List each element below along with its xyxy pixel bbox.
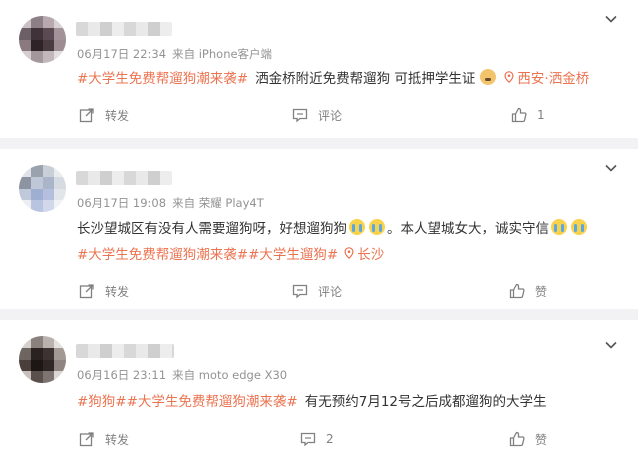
username-blurred[interactable]: [76, 22, 172, 36]
post-source: 来自 iPhone客户端: [172, 47, 273, 61]
location-pin-icon: [504, 71, 514, 83]
post-time[interactable]: 06月17日 22:34: [77, 47, 166, 61]
post-time[interactable]: 06月16日 23:11: [77, 368, 166, 382]
post-meta: 06月17日 22:34 来自 iPhone客户端: [77, 46, 272, 62]
username-blurred[interactable]: [76, 344, 174, 358]
post-source: 来自 moto edge X30: [172, 368, 288, 382]
crying-face-icon: [551, 219, 567, 235]
comment-count: 2: [326, 432, 334, 446]
location-label: 西安·洒金桥: [517, 71, 590, 87]
crying-face-icon: [571, 219, 587, 235]
action-bar: 转发 2 赞: [0, 427, 638, 451]
comment-label: 评论: [318, 108, 343, 123]
post-time[interactable]: 06月17日 19:08: [77, 196, 166, 210]
share-icon: [79, 432, 94, 447]
post-card: 06月16日 23:11 来自 moto edge X30 #狗狗##大学生免费帮…: [0, 320, 638, 459]
location-pin-icon: [344, 247, 354, 259]
share-label: 转发: [105, 108, 130, 123]
topic-tag[interactable]: #大学生免费帮遛狗潮来袭#: [77, 67, 248, 87]
comment-icon: [292, 284, 308, 299]
post-body-part1: 长沙望城区有没有人需要遛狗呀，好想遛狗狗: [77, 221, 347, 237]
location-link[interactable]: 长沙: [344, 243, 384, 263]
share-label: 转发: [105, 432, 130, 447]
like-label: 赞: [535, 284, 548, 299]
post-body-part2: 。本人望城女大，诚实守信: [387, 221, 549, 237]
avatar[interactable]: [19, 165, 66, 212]
thumbs-up-icon: [509, 431, 525, 447]
comment-icon: [292, 108, 308, 123]
location-link[interactable]: 西安·洒金桥: [504, 67, 589, 87]
post-text: #狗狗##大学生免费帮遛狗潮来袭# 有无预约7月12号之后成都遛狗的大学生: [77, 390, 547, 410]
post-tags: #大学生免费帮遛狗潮来袭##大学生遛狗# 长沙: [77, 243, 384, 263]
comment-button[interactable]: 评论: [292, 279, 342, 303]
like-button[interactable]: 1: [511, 103, 545, 127]
crying-face-icon: [349, 219, 365, 235]
share-icon: [79, 108, 94, 123]
comment-label: 评论: [318, 284, 343, 299]
post-meta: 06月16日 23:11 来自 moto edge X30: [77, 367, 287, 383]
share-icon: [79, 284, 94, 299]
location-label: 长沙: [357, 247, 385, 263]
like-count: 1: [537, 108, 545, 122]
post-source: 来自 荣耀 Play4T: [172, 196, 264, 210]
share-button[interactable]: 转发: [79, 103, 129, 127]
like-label: 赞: [535, 432, 548, 447]
comment-icon: [300, 432, 316, 447]
post-meta: 06月17日 19:08 来自 荣耀 Play4T: [77, 195, 264, 211]
topic-tags[interactable]: #狗狗##大学生免费帮遛狗潮来袭#: [77, 390, 298, 410]
avatar[interactable]: [19, 16, 66, 63]
topic-tags[interactable]: #大学生免费帮遛狗潮来袭##大学生遛狗#: [77, 243, 338, 263]
post-body: 有无预约7月12号之后成都遛狗的大学生: [304, 394, 547, 410]
username-blurred[interactable]: [76, 171, 172, 185]
crying-face-icon: [369, 219, 385, 235]
weibo-feed: 06月17日 22:34 来自 iPhone客户端 #大学生免费帮遛狗潮来袭# 洒…: [0, 0, 638, 459]
post-body: 洒金桥附近免费帮遛狗 可抵押学生证: [255, 71, 476, 87]
chevron-down-icon[interactable]: [604, 338, 618, 352]
thumbs-up-icon: [509, 283, 525, 299]
post-card: 06月17日 22:34 来自 iPhone客户端 #大学生免费帮遛狗潮来袭# 洒…: [0, 0, 638, 138]
chevron-down-icon[interactable]: [604, 12, 618, 26]
post-text: 长沙望城区有没有人需要遛狗呀，好想遛狗狗 。本人望城女大，诚实守信: [77, 217, 589, 237]
share-button[interactable]: 转发: [79, 279, 129, 303]
post-card: 06月17日 19:08 来自 荣耀 Play4T 长沙望城区有没有人需要遛狗呀，…: [0, 149, 638, 309]
action-bar: 转发 评论 1: [0, 103, 638, 127]
dog-face-icon: [480, 69, 497, 85]
post-separator: [0, 138, 638, 149]
action-bar: 转发 评论 赞: [0, 279, 638, 303]
post-separator: [0, 309, 638, 320]
like-button[interactable]: 赞: [509, 427, 547, 451]
like-button[interactable]: 赞: [509, 279, 547, 303]
post-text: #大学生免费帮遛狗潮来袭# 洒金桥附近免费帮遛狗 可抵押学生证 西安·洒金桥: [77, 67, 589, 87]
chevron-down-icon[interactable]: [604, 161, 618, 175]
comment-button[interactable]: 评论: [292, 103, 342, 127]
comment-button[interactable]: 2: [300, 427, 334, 451]
avatar[interactable]: [19, 336, 66, 383]
share-label: 转发: [105, 284, 130, 299]
share-button[interactable]: 转发: [79, 427, 129, 451]
thumbs-up-icon: [511, 107, 527, 123]
